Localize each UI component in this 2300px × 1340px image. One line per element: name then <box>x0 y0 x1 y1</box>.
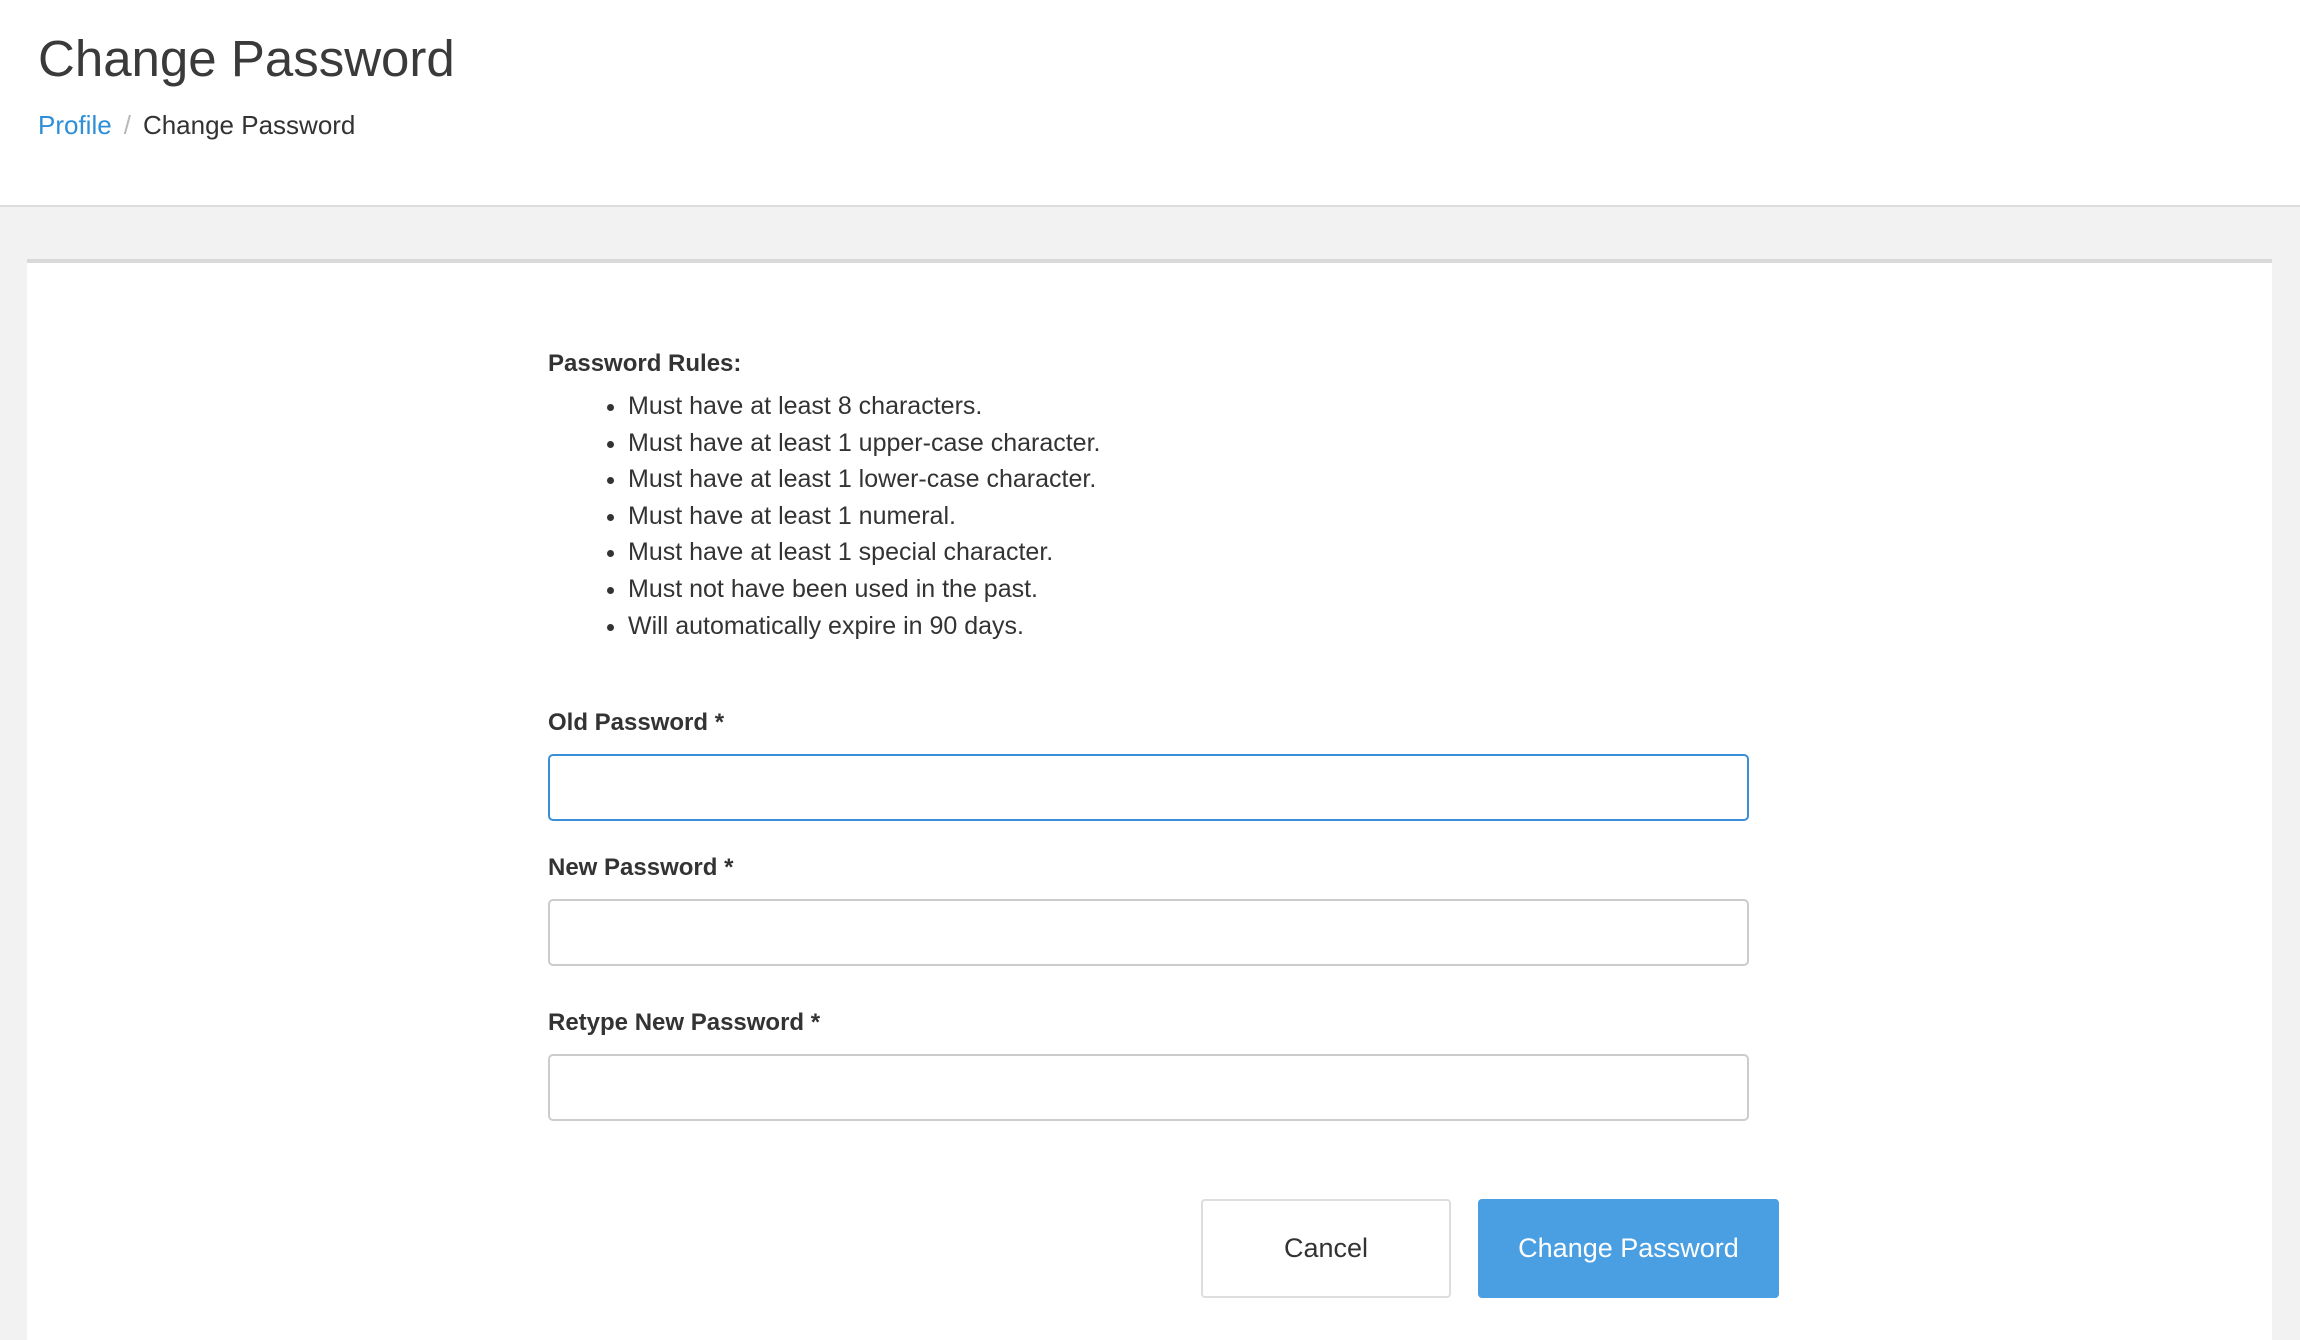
cancel-button[interactable]: Cancel <box>1201 1199 1451 1298</box>
old-password-field[interactable] <box>548 754 1749 821</box>
password-rules-heading: Password Rules: <box>548 350 742 377</box>
old-password-label: Old Password * <box>548 709 725 736</box>
new-password-field[interactable] <box>548 899 1749 966</box>
breadcrumb-link-profile[interactable]: Profile <box>38 110 112 140</box>
retype-password-field[interactable] <box>548 1054 1749 1121</box>
password-rule-item: Must have at least 1 lower-case characte… <box>628 461 1100 498</box>
new-password-label: New Password * <box>548 854 734 881</box>
password-rules-list: Must have at least 8 characters. Must ha… <box>548 388 1100 644</box>
breadcrumb-current: Change Password <box>142 110 356 140</box>
change-password-button[interactable]: Change Password <box>1478 1199 1779 1298</box>
password-rule-item: Must have at least 1 special character. <box>628 534 1100 571</box>
breadcrumb: Profile / Change Password <box>38 108 355 142</box>
password-rule-item: Must have at least 1 numeral. <box>628 498 1100 535</box>
retype-password-label: Retype New Password * <box>548 1009 821 1036</box>
password-rule-item: Will automatically expire in 90 days. <box>628 608 1100 645</box>
password-rule-item: Must have at least 1 upper-case characte… <box>628 425 1100 462</box>
page-header: Change Password Profile / Change Password <box>0 0 2300 207</box>
breadcrumb-separator: / <box>123 110 131 140</box>
page-title: Change Password <box>38 30 455 87</box>
change-password-card: Password Rules: Must have at least 8 cha… <box>27 259 2272 1340</box>
password-rule-item: Must have at least 8 characters. <box>628 388 1100 425</box>
password-rule-item: Must not have been used in the past. <box>628 571 1100 608</box>
